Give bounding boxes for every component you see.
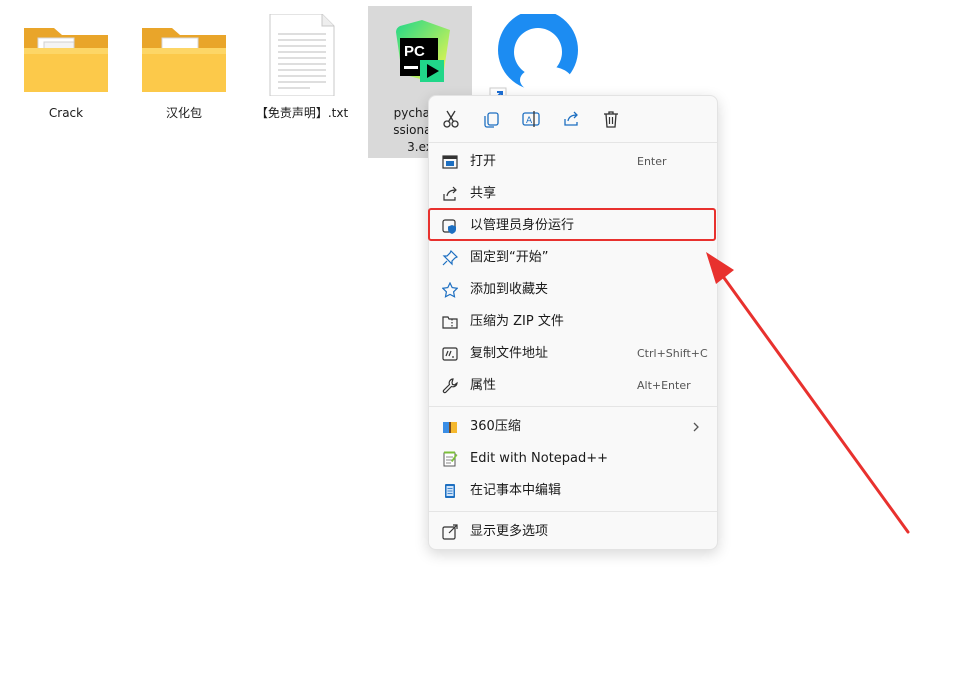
context-menu: A 打开 Enter 共享 以管理员身份运行 固定到“开始” 添加到收藏夹 压缩… xyxy=(428,95,718,550)
share-icon xyxy=(443,186,457,201)
menu-item-show-more-options[interactable]: 显示更多选项 xyxy=(434,517,712,547)
delete-button[interactable] xyxy=(599,107,623,131)
menu-item-label: 压缩为 ZIP 文件 xyxy=(470,314,564,329)
zip-icon xyxy=(442,316,458,329)
menu-item-label: 复制文件地址 xyxy=(470,346,549,361)
menu-item-label: 固定到“开始” xyxy=(470,250,549,265)
file-name: 汉化包 xyxy=(165,106,202,120)
menu-item-360-zip[interactable]: 360压缩 xyxy=(434,412,712,442)
menu-item-label: 在记事本中编辑 xyxy=(470,483,562,498)
pin-icon xyxy=(442,250,458,266)
menu-item-shortcut: Ctrl+Shift+C xyxy=(637,347,708,360)
menu-divider xyxy=(429,406,717,407)
file-name: Crack xyxy=(48,106,84,120)
menu-item-add-to-favorites[interactable]: 添加到收藏夹 xyxy=(434,275,712,305)
notepad-plus-icon xyxy=(443,451,458,467)
cut-button[interactable] xyxy=(439,107,463,131)
folder-icon xyxy=(14,14,118,96)
rename-icon: A xyxy=(522,111,540,127)
file-hanhua-folder[interactable]: 汉化包 xyxy=(132,6,236,158)
menu-item-edit-in-notepad[interactable]: 在记事本中编辑 xyxy=(434,476,712,506)
browser-icon xyxy=(486,14,590,96)
menu-item-share[interactable]: 共享 xyxy=(434,179,712,209)
menu-item-shortcut: Enter xyxy=(637,155,667,168)
menu-item-edit-notepad-plus[interactable]: Edit with Notepad++ xyxy=(434,444,712,474)
svg-text:PC: PC xyxy=(404,43,425,60)
menu-item-shortcut: Alt+Enter xyxy=(637,379,691,392)
menu-item-label: 属性 xyxy=(470,378,497,393)
menu-item-open[interactable]: 打开 Enter xyxy=(434,147,712,177)
file-name: 【免责声明】.txt xyxy=(255,106,349,120)
trash-icon xyxy=(604,111,618,128)
menu-divider xyxy=(429,511,717,512)
menu-item-label: 360压缩 xyxy=(470,419,521,434)
annotation-arrow xyxy=(706,252,910,534)
rename-button[interactable]: A xyxy=(519,107,543,131)
quick-actions-bar: A xyxy=(429,96,717,142)
svg-text:A: A xyxy=(526,116,533,126)
file-disclaimer-txt[interactable]: 【免责声明】.txt xyxy=(250,6,354,158)
pycharm-icon: PC xyxy=(368,14,472,96)
menu-item-pin-to-start[interactable]: 固定到“开始” xyxy=(434,243,712,273)
wrench-icon xyxy=(442,378,458,394)
menu-item-label: 打开 xyxy=(470,154,497,169)
notepad-icon xyxy=(445,484,455,498)
copy-path-icon xyxy=(442,347,458,361)
folder-icon xyxy=(132,14,236,96)
copy-button[interactable] xyxy=(479,107,503,131)
menu-item-label: Edit with Notepad++ xyxy=(470,451,609,466)
360-zip-icon xyxy=(443,422,457,433)
share-icon xyxy=(564,111,578,126)
star-icon xyxy=(442,282,458,298)
text-file-icon xyxy=(250,14,354,96)
menu-item-label: 共享 xyxy=(470,186,497,201)
menu-item-label: 添加到收藏夹 xyxy=(470,282,549,297)
menu-item-compress-zip[interactable]: 压缩为 ZIP 文件 xyxy=(434,307,712,337)
copy-icon xyxy=(484,112,499,128)
scissors-icon xyxy=(443,110,459,128)
file-crack-folder[interactable]: Crack xyxy=(14,6,118,158)
more-options-icon xyxy=(442,524,458,540)
menu-item-properties[interactable]: 属性 Alt+Enter xyxy=(434,371,712,401)
annotation-highlight-box xyxy=(428,208,716,241)
menu-item-label: 显示更多选项 xyxy=(470,524,549,539)
share-button[interactable] xyxy=(559,107,583,131)
open-icon xyxy=(442,155,458,169)
menu-divider xyxy=(429,142,717,143)
menu-item-copy-path[interactable]: 复制文件地址 Ctrl+Shift+C xyxy=(434,339,712,369)
